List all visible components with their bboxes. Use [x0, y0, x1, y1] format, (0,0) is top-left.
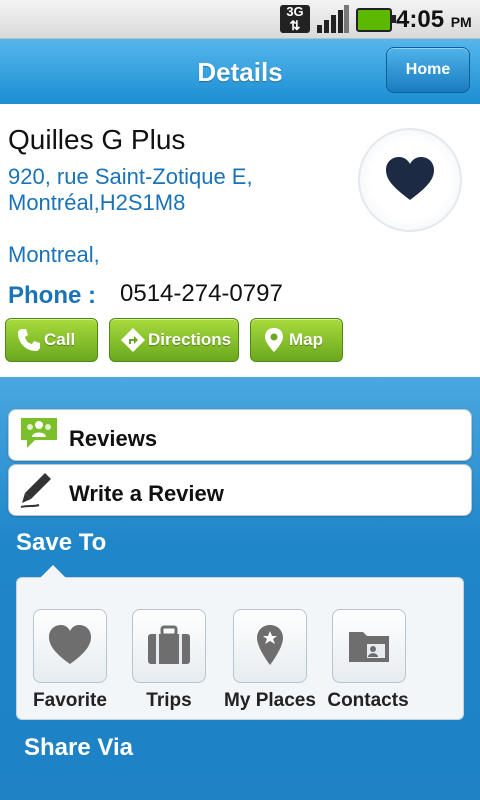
battery-charging-icon — [356, 8, 396, 32]
map-pin-icon — [265, 328, 283, 352]
save-to-heading: Save To — [16, 529, 107, 556]
briefcase-icon — [148, 625, 190, 664]
directions-icon — [121, 328, 145, 352]
save-trips-button[interactable] — [132, 609, 206, 683]
phone-icon — [18, 329, 40, 351]
favorite-label: Favorite — [33, 690, 107, 711]
title-bar: Details Home — [0, 39, 480, 104]
address-line-2: Montréal,H2S1M8 — [8, 190, 186, 215]
status-bar: 3G ⇅ 4:05 PM — [0, 0, 480, 39]
write-review-button[interactable]: Write a Review — [8, 464, 472, 516]
phone-label: Phone : — [8, 282, 96, 309]
my-places-label: My Places — [224, 690, 316, 711]
pencil-icon — [20, 473, 51, 508]
network-3g-icon: 3G ⇅ — [280, 5, 310, 33]
save-favorite-button[interactable] — [33, 609, 107, 683]
contacts-label: Contacts — [327, 690, 409, 711]
favorite-toggle[interactable] — [358, 128, 462, 232]
phone-number[interactable]: 0514-274-0797 — [120, 280, 283, 308]
map-button[interactable]: Map — [250, 318, 343, 362]
reviews-button[interactable]: Reviews — [8, 409, 472, 461]
reviews-label: Reviews — [69, 426, 158, 451]
trips-label: Trips — [146, 690, 192, 711]
heart-icon — [49, 625, 91, 664]
save-my-places-button[interactable] — [233, 609, 307, 683]
map-pin-icon — [257, 625, 283, 665]
directions-button[interactable]: Directions — [109, 318, 239, 362]
clock: 4:05 PM — [396, 6, 472, 33]
write-review-label: Write a Review — [69, 481, 224, 506]
contacts-folder-icon — [349, 632, 389, 662]
place-details: Quilles G Plus 920, rue Saint-Zotique E,… — [0, 104, 480, 376]
call-button[interactable]: Call — [5, 318, 98, 362]
address-line-1: 920, rue Saint-Zotique E, — [8, 164, 253, 189]
panel-pointer — [40, 565, 66, 578]
signal-strength-icon — [317, 5, 349, 33]
share-via-heading: Share Via — [24, 734, 133, 761]
reviews-people-icon — [21, 418, 57, 448]
place-name: Quilles G Plus — [8, 124, 186, 155]
home-button[interactable]: Home — [386, 47, 470, 93]
heart-icon — [386, 157, 434, 200]
save-contacts-button[interactable] — [332, 609, 406, 683]
city: Montreal, — [8, 242, 100, 267]
